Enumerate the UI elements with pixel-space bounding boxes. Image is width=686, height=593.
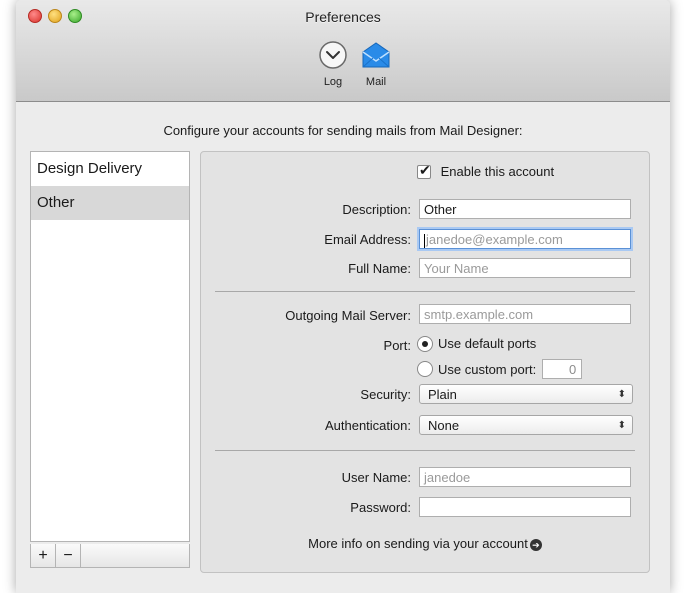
- email-field[interactable]: janedoe@example.com: [419, 229, 631, 249]
- account-item-other[interactable]: Other: [31, 186, 189, 220]
- account-list-buttons: + −: [30, 544, 190, 568]
- updown-arrows-icon: ⬍: [617, 420, 626, 431]
- toolbar-item-log-label: Log: [323, 76, 343, 88]
- checkmark-icon: ✔: [419, 161, 431, 178]
- fullname-field[interactable]: Your Name: [419, 258, 631, 278]
- add-account-button[interactable]: +: [31, 544, 56, 567]
- more-info-link[interactable]: More info on sending via your account ➔: [201, 536, 649, 551]
- separator: [215, 291, 635, 292]
- description-field[interactable]: Other: [419, 199, 631, 219]
- outgoing-server-field[interactable]: smtp.example.com: [419, 304, 631, 324]
- enable-account-checkbox[interactable]: ✔: [417, 161, 431, 179]
- separator: [215, 450, 635, 451]
- arrow-right-circle-icon[interactable]: ➔: [529, 538, 542, 551]
- port-default-label: Use default ports: [438, 336, 537, 352]
- authentication-select[interactable]: None ⬍: [419, 415, 633, 435]
- instruction-text: Configure your accounts for sending mail…: [163, 123, 523, 138]
- password-label: Password:: [350, 500, 411, 515]
- account-list[interactable]: Design Delivery Other: [30, 151, 190, 542]
- enable-account-label: Enable this account: [440, 164, 555, 180]
- email-placeholder: janedoe@example.com: [426, 232, 563, 247]
- port-default-radio[interactable]: [417, 335, 433, 352]
- authentication-label: Authentication:: [324, 418, 411, 433]
- more-info-text: More info on sending via your account: [308, 536, 528, 551]
- password-field[interactable]: [419, 497, 631, 517]
- remove-account-button[interactable]: −: [56, 544, 81, 567]
- port-custom-radio[interactable]: [417, 361, 433, 377]
- fullname-label: Full Name:: [348, 261, 411, 276]
- port-custom-option[interactable]: Use custom port: 0: [417, 359, 583, 379]
- security-label: Security:: [360, 387, 411, 402]
- security-select[interactable]: Plain ⬍: [419, 384, 633, 404]
- envelope-icon: [361, 40, 391, 70]
- toolbar-item-log[interactable]: Log: [313, 40, 353, 88]
- email-label: Email Address:: [324, 232, 411, 247]
- updown-arrows-icon: ⬍: [617, 389, 626, 400]
- server-label: Outgoing Mail Server:: [285, 308, 411, 323]
- clock-icon: [318, 40, 348, 70]
- port-default-option[interactable]: Use default ports: [417, 335, 536, 352]
- account-item-design-delivery[interactable]: Design Delivery: [31, 152, 189, 186]
- account-settings-panel: ✔ Enable this account Description: Other…: [200, 151, 650, 573]
- authentication-value: None: [428, 418, 460, 433]
- username-label: User Name:: [341, 470, 411, 485]
- text-caret: [424, 233, 425, 248]
- port-custom-label: Use custom port:: [438, 361, 537, 377]
- custom-port-field[interactable]: 0: [542, 359, 583, 379]
- enable-account-row[interactable]: ✔ Enable this account: [417, 161, 555, 180]
- port-label: Port:: [383, 338, 411, 353]
- username-field[interactable]: janedoe: [419, 467, 631, 487]
- toolbar-item-mail[interactable]: Mail: [356, 40, 396, 88]
- security-value: Plain: [428, 387, 457, 402]
- toolbar: Preferences Log Mail: [16, 0, 670, 102]
- window-title: Preferences: [305, 9, 381, 25]
- preferences-window: Preferences Log Mail Configure your acco…: [16, 0, 670, 593]
- description-label: Description:: [342, 202, 411, 217]
- toolbar-item-mail-label: Mail: [365, 76, 387, 88]
